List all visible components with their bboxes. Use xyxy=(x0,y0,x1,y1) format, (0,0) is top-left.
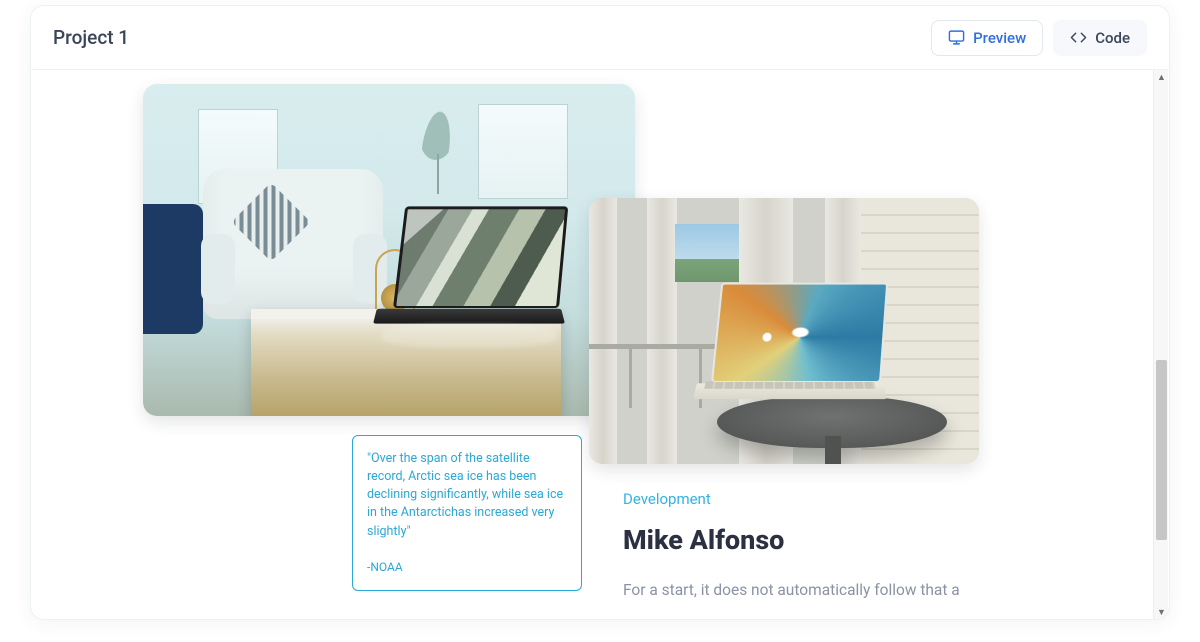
preview-button[interactable]: Preview xyxy=(931,20,1043,56)
round-table-leg xyxy=(825,436,841,464)
preview-stage: "Over the span of the satellite record, … xyxy=(31,70,1169,620)
article-author: Mike Alfonso xyxy=(623,524,1003,556)
hero-image-left xyxy=(143,84,635,416)
code-button[interactable]: Code xyxy=(1053,20,1147,56)
sky-glimpse xyxy=(675,224,741,282)
scroll-up-button[interactable]: ▲ xyxy=(1154,70,1169,85)
laptop-left-screen xyxy=(393,206,568,308)
quote-attribution: -NOAA xyxy=(367,559,567,576)
card-header: Project 1 Preview Code xyxy=(31,6,1169,70)
pillar xyxy=(647,198,677,464)
laptop-right xyxy=(711,280,881,420)
preview-viewport: "Over the span of the satellite record, … xyxy=(31,70,1169,620)
laptop-left-base xyxy=(373,309,565,324)
palm-stem xyxy=(437,154,439,194)
header-actions: Preview Code xyxy=(931,20,1147,56)
scroll-thumb[interactable] xyxy=(1156,360,1167,540)
article-category: Development xyxy=(623,490,1003,508)
laptop-left xyxy=(393,204,559,344)
quote-text: "Over the span of the satellite record, … xyxy=(367,450,567,541)
window-right xyxy=(478,104,568,199)
preview-button-label: Preview xyxy=(973,29,1026,47)
article-body: For a start, it does not automatically f… xyxy=(623,578,1003,602)
blue-sofa xyxy=(143,204,203,334)
laptop-left-reflection xyxy=(381,324,557,348)
project-title: Project 1 xyxy=(53,26,931,49)
monitor-icon xyxy=(948,29,965,46)
laptop-right-screen xyxy=(711,283,888,382)
code-button-label: Code xyxy=(1095,29,1130,47)
armchair-arm-left xyxy=(201,234,235,304)
code-icon xyxy=(1070,29,1087,46)
article-meta: Development Mike Alfonso For a start, it… xyxy=(623,490,1003,602)
project-card: Project 1 Preview Code xyxy=(30,5,1170,620)
laptop-right-keyboard xyxy=(704,381,876,388)
pillar xyxy=(589,198,617,464)
scroll-down-button[interactable]: ▼ xyxy=(1154,605,1169,620)
scrollbar[interactable]: ▲ ▼ xyxy=(1153,70,1168,620)
hero-image-right xyxy=(589,198,979,464)
quote-callout: "Over the span of the satellite record, … xyxy=(352,435,582,591)
